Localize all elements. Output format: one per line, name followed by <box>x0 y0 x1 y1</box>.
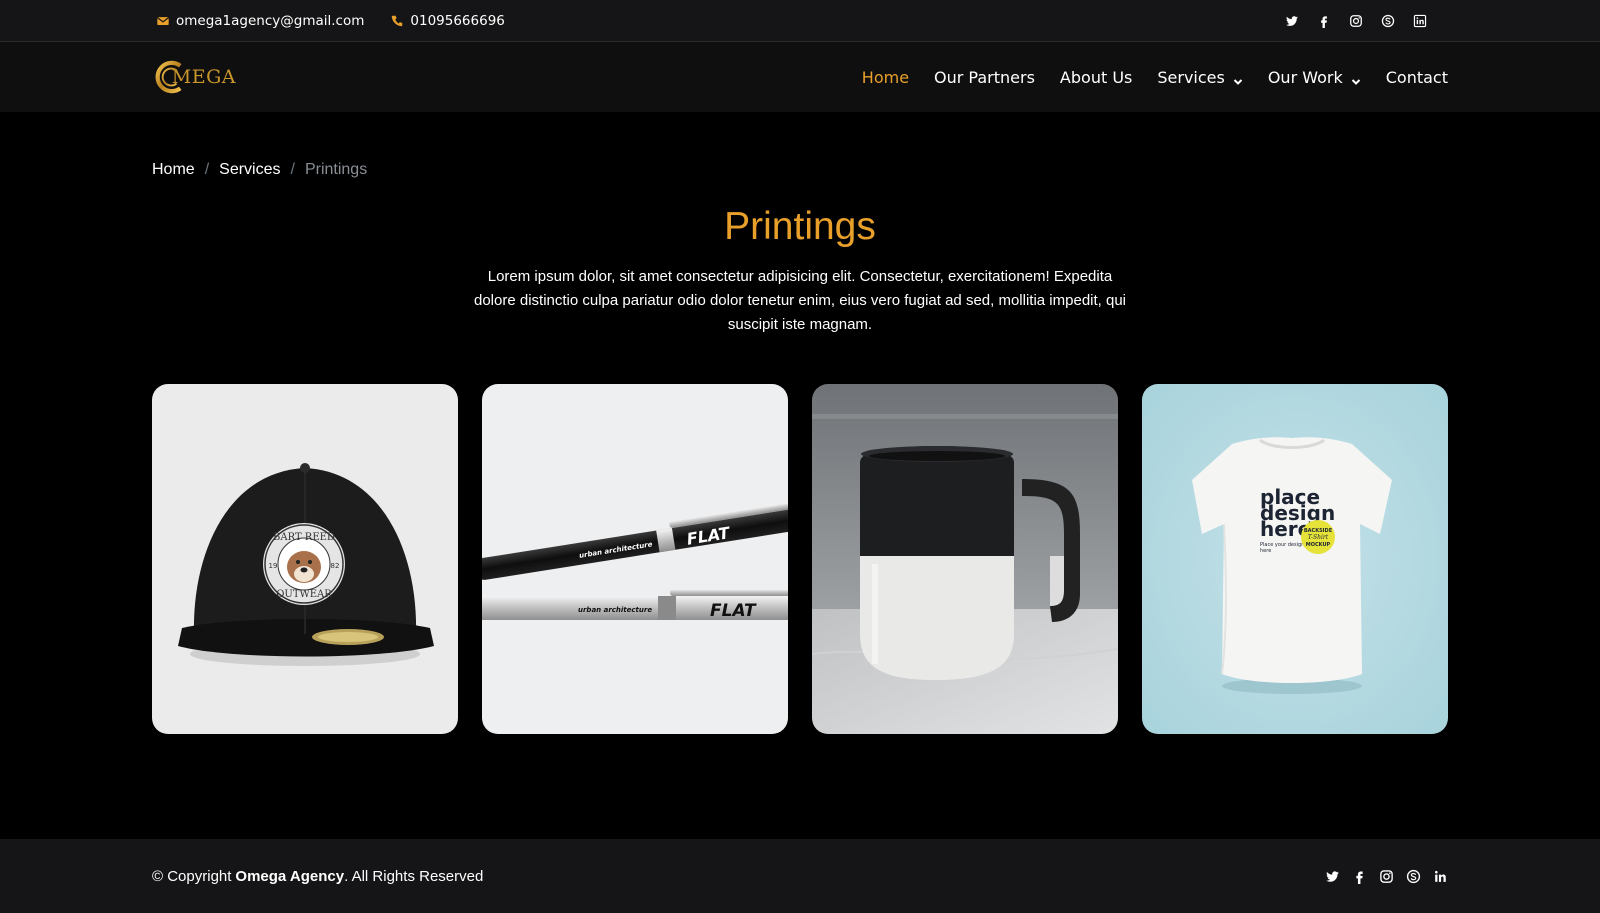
product-card-mug[interactable] <box>812 384 1118 734</box>
nav-about-us[interactable]: About Us <box>1060 68 1132 87</box>
linkedin-icon[interactable] <box>1433 869 1448 884</box>
logo[interactable]: MEGA <box>152 53 236 101</box>
nav-about-us-label: About Us <box>1059 67 1133 87</box>
linkedin-icon[interactable] <box>1413 14 1427 28</box>
facebook-icon[interactable] <box>1352 869 1367 884</box>
cap-patch-left: 19 <box>269 562 278 570</box>
copyright-suffix: . All Rights Reserved <box>344 867 484 885</box>
nav-services[interactable]: Services <box>1157 67 1243 87</box>
nav-home[interactable]: Home <box>862 68 909 87</box>
copyright-prefix: © Copyright <box>152 867 232 885</box>
logo-text: MEGA <box>171 66 236 88</box>
pen-tagline-bottom: urban architecture <box>578 606 652 614</box>
tshirt-badge-3: MOCKUP <box>1306 542 1331 548</box>
phone-link[interactable]: 01095666696 <box>390 12 505 29</box>
copyright-brand: Omega Agency <box>235 867 345 885</box>
footer: © Copyright Omega Agency. All Rights Res… <box>0 839 1600 913</box>
pens-image: FLAT urban architecture FLAT urban archi… <box>482 384 788 734</box>
tshirt-badge-2: T-Shirt <box>1308 534 1329 541</box>
breadcrumb-separator: / <box>290 161 295 178</box>
nav-our-partners[interactable]: Our Partners <box>934 68 1035 87</box>
skype-icon[interactable] <box>1406 869 1421 884</box>
mail-icon <box>156 14 170 28</box>
nav-home-label: Home <box>861 67 910 87</box>
nav-our-work[interactable]: Our Work <box>1268 68 1361 87</box>
breadcrumb-separator: / <box>204 161 210 178</box>
product-grid: BART REED OUTWEAR 19 82 FLAT urban archi… <box>152 384 1448 734</box>
top-bar: omega1agency@gmail.com 01095666696 <box>0 0 1600 42</box>
cap-patch-bottom: OUTWEAR <box>276 589 332 600</box>
top-social-links <box>1285 0 1427 41</box>
twitter-icon[interactable] <box>1325 869 1340 884</box>
product-card-cap[interactable]: BART REED OUTWEAR 19 82 <box>152 384 458 734</box>
cap-image: BART REED OUTWEAR 19 82 <box>152 384 458 734</box>
nav-our-partners-label: Our Partners <box>934 67 1035 87</box>
chevron-down-icon <box>1351 72 1361 85</box>
cap-patch-top: BART REED <box>273 532 335 543</box>
twitter-icon[interactable] <box>1285 14 1299 28</box>
page-description: Lorem ipsum dolor, sit amet consectetur … <box>473 268 1127 333</box>
instagram-icon[interactable] <box>1379 869 1394 884</box>
contact-info: omega1agency@gmail.com 01095666696 <box>156 0 505 41</box>
phone-text: 01095666696 <box>410 12 505 29</box>
pen-brand-bottom: FLAT <box>710 601 757 621</box>
facebook-icon[interactable] <box>1317 14 1331 28</box>
tshirt-small-2: here <box>1260 548 1271 554</box>
copyright: © Copyright Omega Agency. All Rights Res… <box>152 839 483 913</box>
chevron-down-icon <box>1233 72 1243 85</box>
main-nav: Home Our Partners About Us Services Our … <box>862 42 1448 112</box>
nav-services-label: Services <box>1157 67 1225 87</box>
instagram-icon[interactable] <box>1349 14 1363 28</box>
breadcrumb-current: Printings <box>304 161 368 178</box>
mug-image <box>812 384 1118 734</box>
product-card-pens[interactable]: FLAT urban architecture FLAT urban archi… <box>482 384 788 734</box>
nav-our-work-label: Our Work <box>1267 67 1343 87</box>
phone-icon <box>390 14 404 28</box>
breadcrumb-home[interactable]: Home <box>152 161 195 179</box>
cap-patch-right: 82 <box>331 562 340 570</box>
email-link[interactable]: omega1agency@gmail.com <box>156 13 364 29</box>
tshirt-image: place design here Place your design here… <box>1142 384 1448 734</box>
product-card-tshirt[interactable]: place design here Place your design here… <box>1142 384 1448 734</box>
skype-icon[interactable] <box>1381 14 1395 28</box>
nav-contact-label: Contact <box>1385 67 1448 87</box>
page-title: Printings <box>724 205 876 248</box>
email-text: omega1agency@gmail.com <box>176 12 365 29</box>
breadcrumb-services[interactable]: Services <box>219 161 280 179</box>
nav-contact[interactable]: Contact <box>1386 68 1448 87</box>
main-header: MEGA Home Our Partners About Us Services… <box>0 42 1600 112</box>
breadcrumb: Home / Services / Printings <box>152 161 367 179</box>
footer-social-links <box>1325 839 1448 913</box>
